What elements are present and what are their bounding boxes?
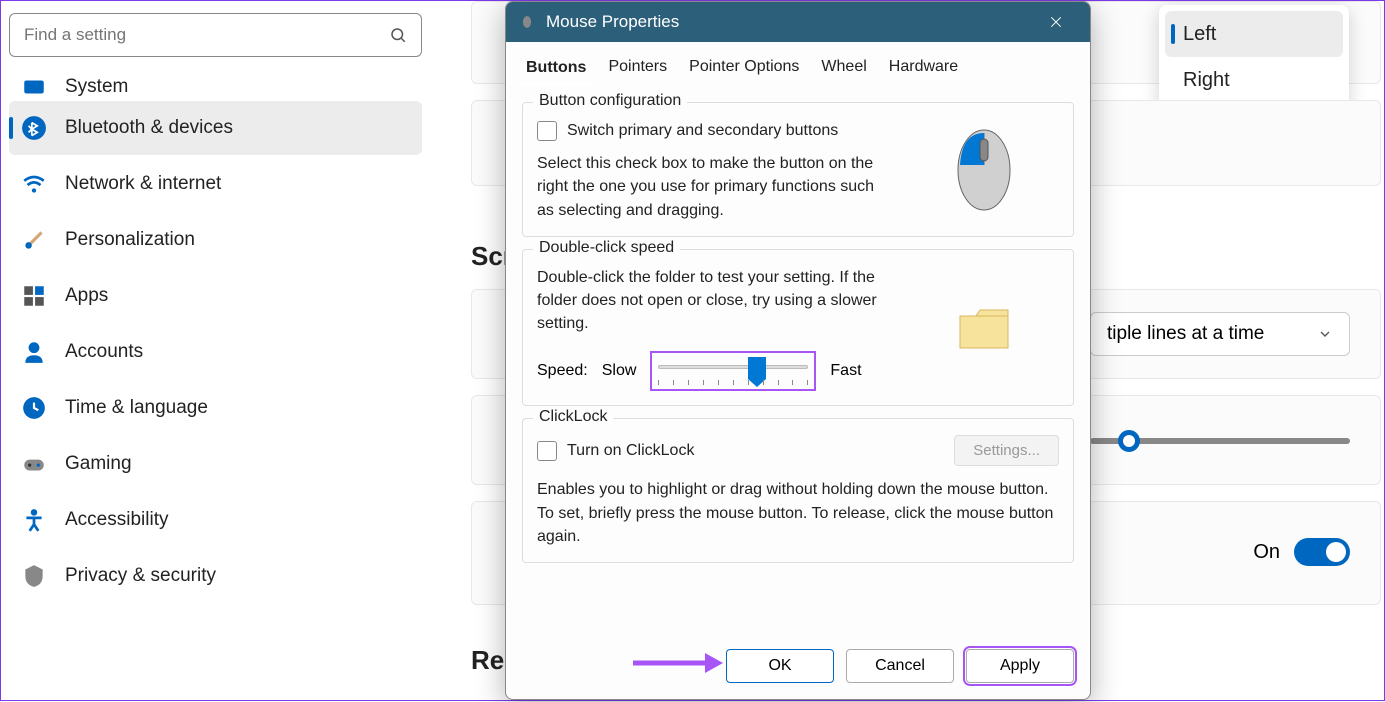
- annotation-arrow: [633, 651, 723, 675]
- accessibility-icon: [21, 507, 47, 533]
- scroll-inactive-toggle[interactable]: On: [1253, 538, 1350, 566]
- sidebar-item-label: System: [65, 76, 410, 98]
- groupbox-clicklock: ClickLock Turn on ClickLock Settings... …: [522, 418, 1074, 563]
- dialog-body: Button configuration Switch primary and …: [506, 84, 1090, 635]
- primary-button-popup: Left Right: [1159, 5, 1349, 109]
- sidebar-item-privacy[interactable]: Privacy & security: [9, 549, 422, 603]
- popup-option-right[interactable]: Right: [1165, 57, 1343, 103]
- clicklock-label: Turn on ClickLock: [567, 439, 694, 462]
- sidebar-item-personalization[interactable]: Personalization: [9, 213, 422, 267]
- sidebar-item-gaming[interactable]: Gaming: [9, 437, 422, 491]
- sidebar-item-label: Apps: [65, 285, 410, 307]
- toggle-switch[interactable]: [1294, 538, 1350, 566]
- sidebar-item-accessibility[interactable]: Accessibility: [9, 493, 422, 547]
- person-icon: [21, 339, 47, 365]
- tab-buttons[interactable]: Buttons: [516, 53, 596, 85]
- popup-option-left[interactable]: Left: [1165, 11, 1343, 57]
- mouse-illustration: [954, 125, 1014, 215]
- search-box[interactable]: [9, 13, 422, 57]
- close-icon: [1048, 14, 1064, 30]
- brush-icon: [21, 227, 47, 253]
- groupbox-double-click: Double-click speed Double-click the fold…: [522, 249, 1074, 407]
- system-icon: [21, 75, 47, 99]
- mouse-properties-dialog: Mouse Properties Buttons Pointers Pointe…: [505, 1, 1091, 700]
- nav-list: System Bluetooth & devices Network & int…: [9, 75, 422, 603]
- wifi-icon: [21, 171, 47, 197]
- tab-pointers[interactable]: Pointers: [598, 52, 677, 84]
- clicklock-desc: Enables you to highlight or drag without…: [537, 478, 1059, 548]
- folder-test-icon[interactable]: [956, 304, 1012, 354]
- dialog-tabs: Buttons Pointers Pointer Options Wheel H…: [506, 42, 1090, 84]
- groupbox-legend: ClickLock: [533, 408, 613, 426]
- scroll-mode-dropdown[interactable]: tiple lines at a time: [1090, 312, 1350, 356]
- dialog-footer: OK Cancel Apply: [506, 635, 1090, 699]
- tab-pointer-options[interactable]: Pointer Options: [679, 52, 809, 84]
- sidebar-item-label: Personalization: [65, 229, 410, 251]
- speed-fast-label: Fast: [830, 362, 861, 380]
- speed-label: Speed:: [537, 362, 588, 380]
- cancel-button[interactable]: Cancel: [846, 649, 954, 683]
- double-click-speed-slider[interactable]: [658, 357, 808, 377]
- speed-slow-label: Slow: [602, 362, 637, 380]
- sidebar-item-time[interactable]: Time & language: [9, 381, 422, 435]
- sidebar-item-label: Accounts: [65, 341, 410, 363]
- groupbox-button-config: Button configuration Switch primary and …: [522, 102, 1074, 237]
- dialog-title: Mouse Properties: [546, 12, 1024, 32]
- sidebar-item-label: Time & language: [65, 397, 410, 419]
- close-button[interactable]: [1034, 2, 1078, 42]
- switch-buttons-checkbox[interactable]: [537, 121, 557, 141]
- sidebar-item-label: Privacy & security: [65, 565, 410, 587]
- sidebar-item-label: Bluetooth & devices: [65, 117, 410, 139]
- shield-icon: [21, 563, 47, 589]
- apps-icon: [21, 283, 47, 309]
- sidebar-item-system[interactable]: System: [9, 75, 422, 99]
- dialog-titlebar[interactable]: Mouse Properties: [506, 2, 1090, 42]
- tab-hardware[interactable]: Hardware: [879, 52, 968, 84]
- bluetooth-icon: [21, 115, 47, 141]
- gamepad-icon: [21, 451, 47, 477]
- sidebar-item-bluetooth[interactable]: Bluetooth & devices: [9, 101, 422, 155]
- sidebar-item-label: Accessibility: [65, 509, 410, 531]
- search-input[interactable]: [24, 25, 389, 45]
- switch-buttons-label: Switch primary and secondary buttons: [567, 119, 838, 142]
- lines-to-scroll-slider[interactable]: [1090, 438, 1350, 444]
- groupbox-legend: Double-click speed: [533, 239, 680, 257]
- clicklock-settings-button: Settings...: [954, 435, 1059, 466]
- groupbox-legend: Button configuration: [533, 92, 687, 110]
- sidebar-item-label: Gaming: [65, 453, 410, 475]
- clicklock-checkbox[interactable]: [537, 441, 557, 461]
- tab-wheel[interactable]: Wheel: [811, 52, 876, 84]
- double-click-desc: Double-click the folder to test your set…: [537, 266, 893, 336]
- section-related-label: Re: [471, 645, 504, 676]
- button-config-desc: Select this check box to make the button…: [537, 152, 893, 222]
- speed-slider-highlight: [650, 351, 816, 391]
- mouse-titlebar-icon: [518, 15, 536, 29]
- sidebar-item-accounts[interactable]: Accounts: [9, 325, 422, 379]
- chevron-down-icon: [1317, 326, 1333, 342]
- clock-icon: [21, 395, 47, 421]
- search-icon: [389, 26, 407, 44]
- ok-button[interactable]: OK: [726, 649, 834, 683]
- apply-button[interactable]: Apply: [966, 649, 1074, 683]
- sidebar-item-label: Network & internet: [65, 173, 410, 195]
- sidebar-item-network[interactable]: Network & internet: [9, 157, 422, 211]
- settings-sidebar: System Bluetooth & devices Network & int…: [1, 1, 436, 702]
- sidebar-item-apps[interactable]: Apps: [9, 269, 422, 323]
